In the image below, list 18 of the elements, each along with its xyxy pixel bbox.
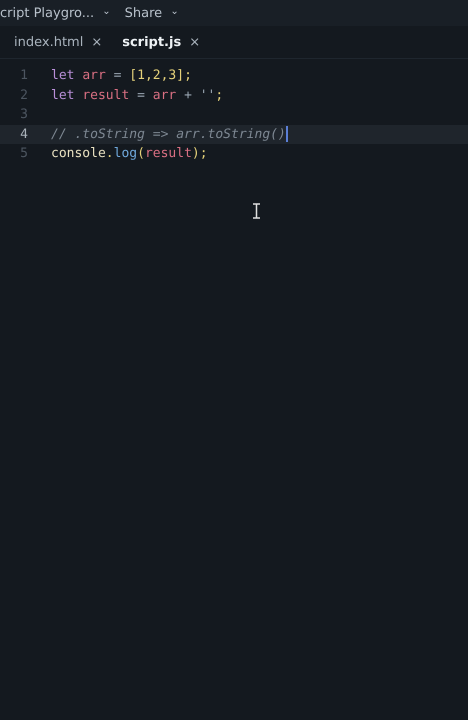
code-line: let arr = [1,2,3]; [51, 68, 192, 84]
file-tab[interactable]: index.html × [14, 34, 102, 50]
file-tab[interactable]: script.js × [122, 34, 200, 50]
line-number: 1 [19, 68, 28, 84]
text-cursor [286, 126, 288, 142]
line-number: 3 [19, 107, 28, 122]
code-line: let result = arr + ''; [51, 88, 224, 103]
share-menu-button[interactable]: Share $^{⌄}$ [124, 6, 179, 20]
line-number: 2 [19, 88, 28, 103]
code-line: // .toString => arr.toString() [51, 126, 286, 142]
line-number: 4 [19, 126, 28, 142]
code-line: console.log(result); [51, 146, 208, 162]
close-tab-button[interactable]: × [189, 34, 200, 50]
project-menu-button[interactable]: cript Playgro... $^{⌄}$ [0, 6, 111, 20]
text-cursor-icon [252, 203, 261, 219]
code-editor[interactable]: 1 let arr = [1,2,3]; 2 let result = arr + ''; 3 4 // .toString => arr.toString() 5 console.log(result); [0, 59, 468, 720]
line-number: 5 [19, 146, 28, 162]
close-tab-button[interactable]: × [91, 34, 102, 50]
